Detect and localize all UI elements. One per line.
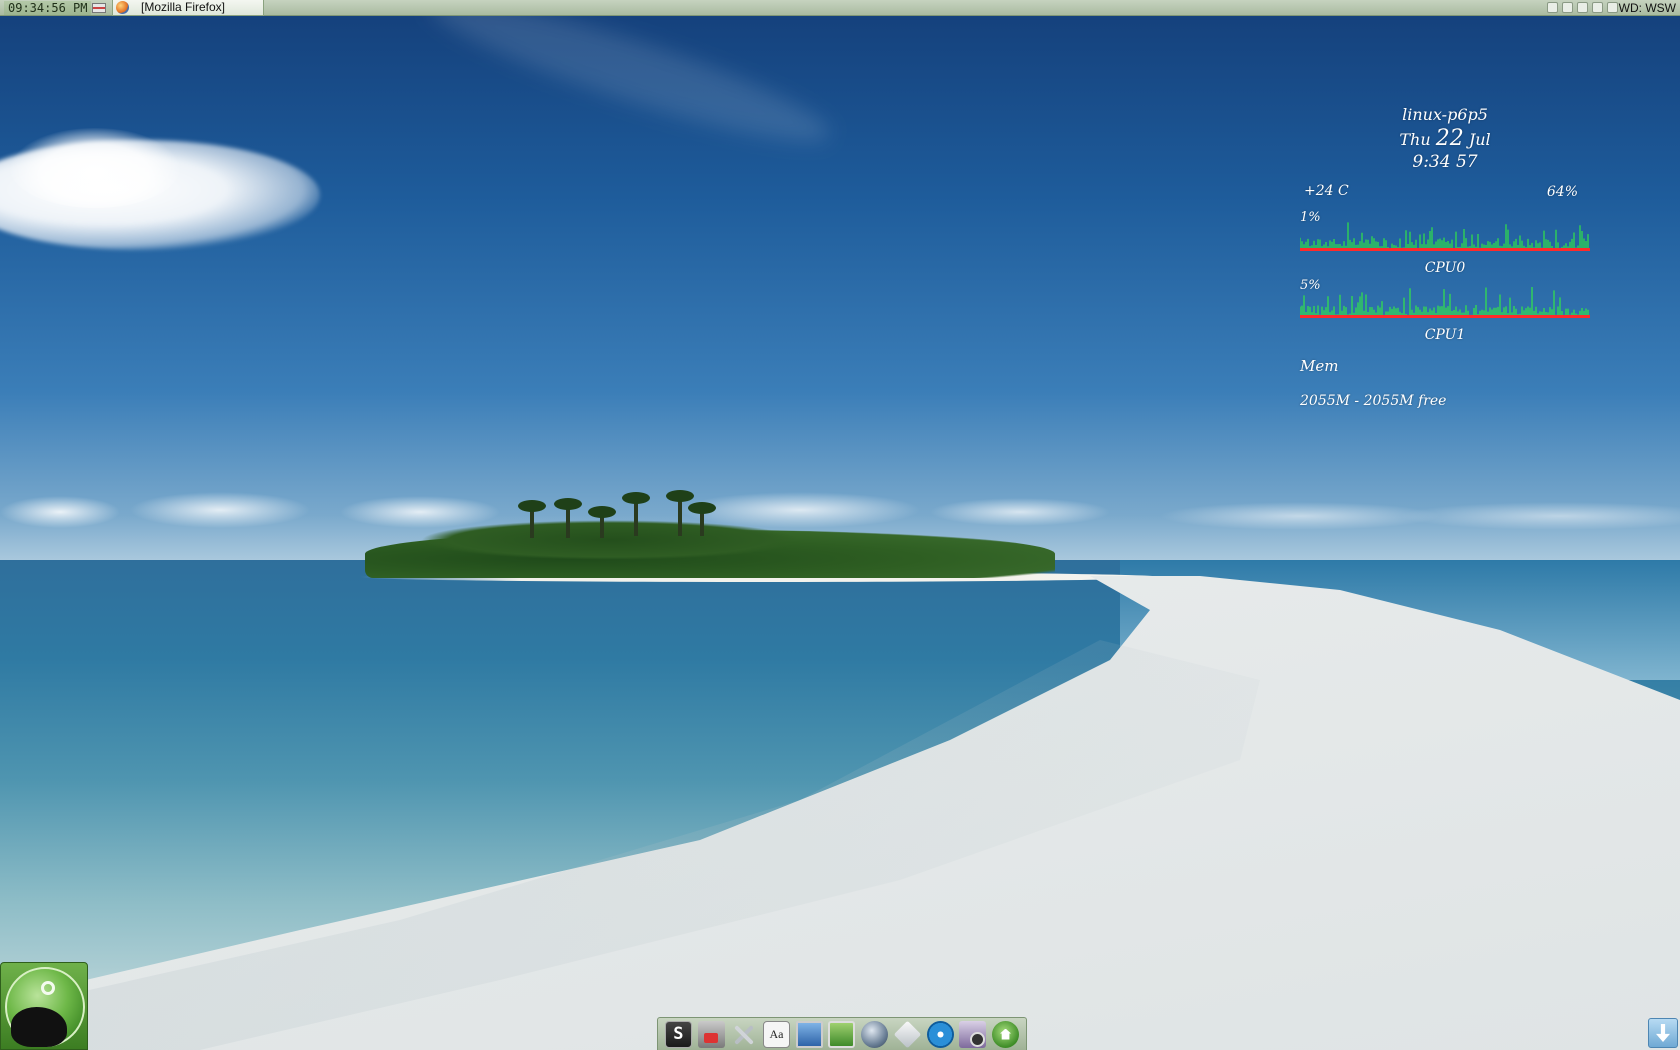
cpu0-usage-graph xyxy=(1300,222,1590,251)
cpu-graph-baseline xyxy=(1300,315,1590,318)
memory-label: Mem xyxy=(1300,357,1339,375)
volume-icon[interactable] xyxy=(1562,2,1573,13)
cpu0-percent: 1% xyxy=(1300,210,1321,225)
system-tray xyxy=(1547,2,1618,14)
date-weekday: Thu xyxy=(1399,130,1431,149)
key-ring xyxy=(41,981,55,995)
diamond-icon[interactable] xyxy=(893,1020,922,1048)
wallpaper-palm xyxy=(588,506,616,538)
top-panel: 09:34:56 PM [Mozilla Firefox] WD: WSW xyxy=(0,0,1680,16)
cpu1-label: CPU1 xyxy=(1424,327,1466,343)
system-monitor-widget: linux-p6p5 Thu 22 Jul 9:34 57 +24 C 64% … xyxy=(1290,100,1600,420)
disc-burner-icon[interactable] xyxy=(926,1020,954,1048)
date-day: 22 xyxy=(1435,126,1464,151)
wallpaper-palm xyxy=(622,492,650,536)
launcher-dock: S Aa xyxy=(657,1017,1027,1050)
wallpaper-palm xyxy=(554,498,582,538)
system-monitor-icon[interactable] xyxy=(828,1020,856,1048)
memory-value: 2055M - 2055M free xyxy=(1300,393,1447,409)
download-arrow-icon[interactable] xyxy=(1648,1018,1678,1048)
date-display: Thu 22 Jul xyxy=(1290,126,1600,151)
display-icon[interactable] xyxy=(795,1020,823,1048)
window-icon[interactable] xyxy=(1547,2,1558,13)
update-icon[interactable] xyxy=(1607,2,1618,13)
cpu1-usage-graph xyxy=(1300,287,1590,318)
hostname: linux-p6p5 xyxy=(1402,105,1488,124)
terminal-icon[interactable]: S xyxy=(664,1020,692,1048)
wallpaper-palm xyxy=(518,500,546,538)
wallpaper-cloud xyxy=(10,128,180,208)
planet-icon[interactable] xyxy=(861,1020,889,1048)
network-icon[interactable] xyxy=(697,1020,725,1048)
time-display: 9:34 57 xyxy=(1412,152,1478,172)
wallpaper-island xyxy=(420,520,800,560)
firefox-icon xyxy=(116,1,129,14)
battery-readout: 64% xyxy=(1546,184,1578,200)
font-viewer-icon[interactable]: Aa xyxy=(763,1020,791,1048)
workspace-indicator[interactable]: WD: WSW xyxy=(1619,0,1676,16)
battery-icon[interactable] xyxy=(1592,2,1603,13)
tools-icon[interactable] xyxy=(730,1021,757,1048)
home-folder-icon[interactable] xyxy=(992,1020,1020,1048)
photo-viewer-icon[interactable] xyxy=(959,1020,987,1048)
panel-clock[interactable]: 09:34:56 PM xyxy=(4,1,92,15)
keyboard-layout-flag-icon[interactable] xyxy=(92,3,106,13)
cpu-graph-baseline xyxy=(1300,248,1590,251)
mouse-silhouette xyxy=(11,1007,67,1047)
cpu1-percent: 5% xyxy=(1300,278,1321,293)
taskbar-item-label: [Mozilla Firefox] xyxy=(141,0,226,14)
temperature-readout: +24 C xyxy=(1304,183,1349,199)
taskbar-item-firefox[interactable]: [Mozilla Firefox] xyxy=(112,0,264,16)
date-month: Jul xyxy=(1468,130,1491,149)
wallpaper-palm xyxy=(688,502,716,536)
cpu0-label: CPU0 xyxy=(1424,260,1466,276)
wallpaper-palm xyxy=(666,490,694,536)
applications-menu-button[interactable] xyxy=(0,962,88,1050)
network-icon[interactable] xyxy=(1577,2,1588,13)
